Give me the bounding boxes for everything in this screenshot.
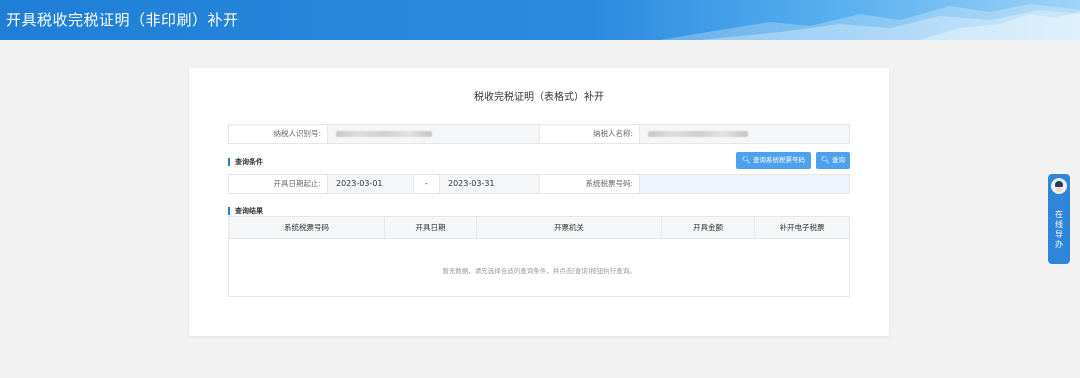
date-end-input[interactable]: 2023-03-31 <box>440 175 540 193</box>
query-system-ticket-button[interactable]: 🔍︎ 查询系统税票号码 <box>736 152 811 169</box>
online-guide-button[interactable]: 在 线 导 办 <box>1048 174 1070 264</box>
date-start-input[interactable]: 2023-03-01 <box>328 175 414 193</box>
taxpayer-name-value <box>640 125 849 143</box>
page-title: 开具税收完税证明（非印刷）补开 <box>6 11 239 29</box>
results-section-label: 查询结果 <box>228 207 263 215</box>
card-title: 税收完税证明（表格式）补开 <box>474 92 604 103</box>
taxpayer-row: 纳税人识别号: 纳税人名称: <box>228 124 850 144</box>
great-wall-decoration <box>660 4 1080 40</box>
query-section-label: 查询条件 <box>228 158 263 166</box>
column-header: 开票机关 <box>477 217 662 238</box>
guide-char: 办 <box>1055 240 1063 249</box>
search-icon: 🔍︎ <box>742 156 751 164</box>
results-table: 系统税票号码 开具日期 开票机关 开具金额 补开电子税票 暂无数据，请先选择合适… <box>228 216 850 297</box>
date-row: 开具日期起止: 2023-03-01 - 2023-03-31 系统税票号码: <box>228 174 850 194</box>
guide-char: 导 <box>1055 230 1063 239</box>
query-system-ticket-label: 查询系统税票号码 <box>752 156 805 164</box>
column-header: 补开电子税票 <box>779 223 825 232</box>
ticket-number-input[interactable] <box>640 175 849 193</box>
column-header: 开具金额 <box>662 217 755 238</box>
guide-char: 线 <box>1055 220 1063 229</box>
table-header: 系统税票号码 开具日期 开票机关 开具金额 补开电子税票 <box>229 217 849 239</box>
date-separator: - <box>414 175 440 193</box>
taxpayer-id-label: 纳税人识别号: <box>229 125 328 143</box>
online-guide-label: 在 线 导 办 <box>1048 210 1070 250</box>
ticket-number-label: 系统税票号码: <box>540 175 640 193</box>
column-header: 开具日期 <box>385 217 477 238</box>
redacted-value <box>336 131 432 137</box>
header-bar: 开具税收完税证明（非印刷）补开 <box>0 0 1080 40</box>
query-button-label: 查询 <box>831 156 845 164</box>
empty-message: 暂无数据，请先选择合适的查询条件，并点击[查询]按钮执行查询。 <box>442 267 636 275</box>
taxpayer-id-value <box>328 125 540 143</box>
taxpayer-name-label: 纳税人名称: <box>540 125 640 143</box>
avatar-icon <box>1051 178 1067 194</box>
query-button[interactable]: 🔍︎ 查询 <box>816 152 850 169</box>
redacted-value <box>648 131 748 137</box>
main-card: 税收完税证明（表格式）补开 纳税人识别号: 纳税人名称: 查询条件 🔍︎ 查询系统… <box>189 68 889 336</box>
column-header: 系统税票号码 <box>229 217 385 238</box>
search-icon: 🔍︎ <box>821 156 830 164</box>
date-range-label: 开具日期起止: <box>229 175 328 193</box>
guide-char: 在 <box>1055 210 1063 219</box>
